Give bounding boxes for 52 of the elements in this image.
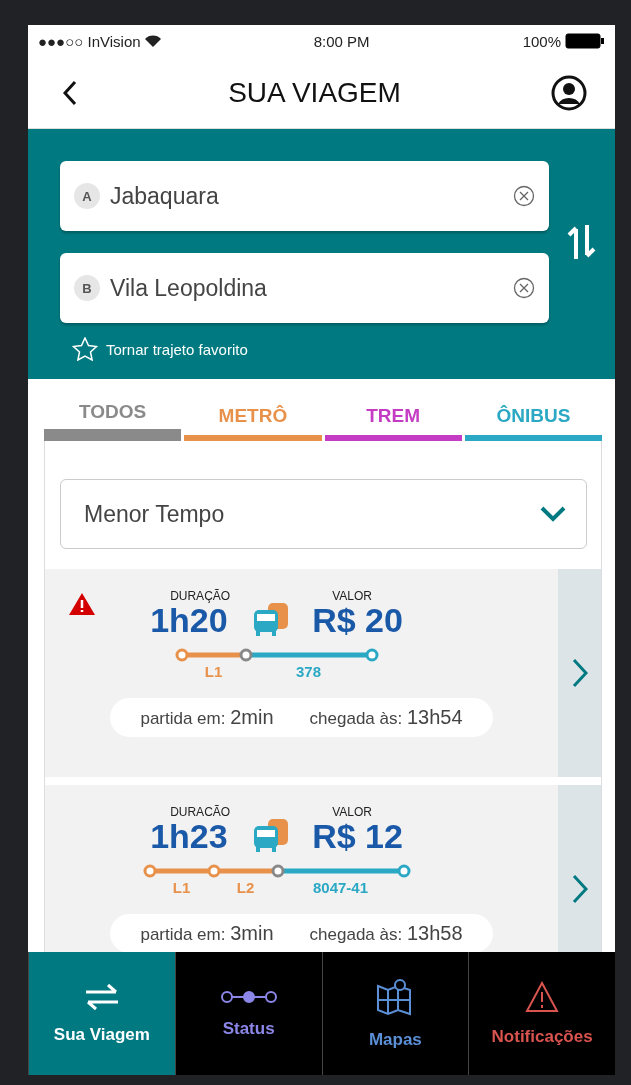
price-value: R$ 12 (312, 819, 403, 853)
departure-text: partida em: 3min (140, 922, 274, 945)
line-label: L1 (172, 879, 191, 896)
duration-value: 1h23 (150, 819, 228, 853)
price-value: R$ 20 (312, 603, 403, 637)
nav-label: Sua Viagem (53, 1024, 150, 1045)
warning-icon (525, 980, 560, 1013)
bus-train-icon (252, 601, 291, 637)
bus-train-icon (252, 817, 291, 853)
duration-value: 1h20 (150, 603, 228, 637)
favorite-link[interactable]: Tornar trajeto favorito (60, 337, 248, 361)
filter-tab[interactable]: TREM (324, 405, 462, 441)
price-label: VALOR (332, 805, 372, 819)
profile-button[interactable] (551, 74, 587, 111)
nav-label: Notificações (491, 1026, 593, 1047)
route-card[interactable]: DURACÃO 1h23 VALOR R$ 12 L1 L2 8047-41 partida em: 3min chegada às: 13h58 (45, 785, 601, 952)
point-badge: A (74, 183, 100, 209)
battery-text: 100% (522, 32, 561, 50)
swap-button[interactable] (567, 225, 597, 259)
point-badge: B (74, 275, 100, 301)
clock-text: 8:00 PM (313, 32, 370, 50)
star-icon (72, 337, 98, 361)
carrier-text: ●●●○○ InVision (38, 32, 161, 50)
route-card[interactable]: DURAÇÃO 1h20 VALOR R$ 20 L1 378 partida em: 2min chegada às: 13h54 (45, 569, 601, 777)
line-label: L2 (236, 879, 255, 896)
location-field[interactable]: B Vila Leopoldina (60, 253, 549, 323)
line-label: 8047-41 (312, 879, 369, 896)
nav-tab[interactable]: Sua Viagem (28, 952, 175, 1075)
line-label: 378 (296, 663, 321, 680)
chevron-down-icon (540, 506, 566, 522)
chevron-right-icon (571, 658, 588, 688)
nav-label: Mapas (368, 1029, 422, 1050)
sort-dropdown[interactable]: Menor Tempo (60, 479, 587, 549)
screen-title: SUA VIAGEM (228, 76, 401, 109)
battery-icon (565, 33, 605, 49)
location-field[interactable]: A Jabaquara (60, 161, 549, 231)
duration-label: DURACÃO (170, 805, 231, 819)
chevron-right-icon (571, 874, 588, 904)
clear-icon[interactable] (513, 277, 535, 299)
departure-text: partida em: 2min (140, 706, 274, 729)
clear-icon[interactable] (513, 185, 535, 207)
arrival-text: chegada às: 13h58 (309, 922, 463, 945)
back-button[interactable] (62, 79, 78, 106)
swap-arrows-icon (83, 982, 120, 1011)
nav-label: Status (222, 1018, 275, 1039)
arrival-text: chegada às: 13h54 (309, 706, 463, 729)
line-label: L1 (204, 663, 223, 680)
filter-tab[interactable]: TODOS (44, 401, 182, 441)
route-dots-icon (220, 988, 277, 1005)
wifi-icon (144, 35, 161, 47)
duration-label: DURAÇÃO (170, 589, 231, 603)
price-label: VALOR (332, 589, 372, 603)
